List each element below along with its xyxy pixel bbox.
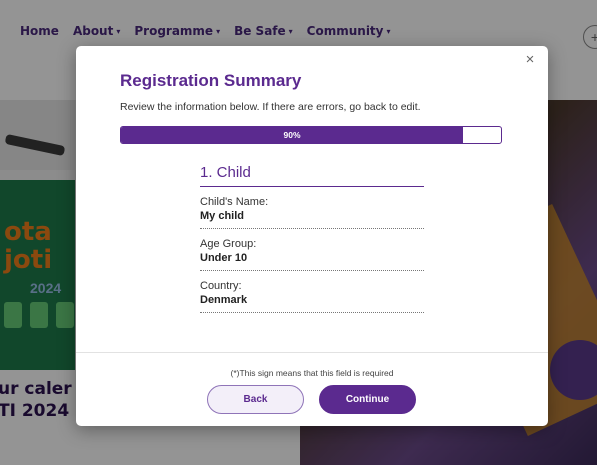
footer-divider — [76, 352, 548, 353]
field-value: Denmark — [200, 294, 248, 306]
registration-summary-dialog: × Registration Summary Review the inform… — [76, 46, 548, 426]
summary-field-country: Country: Denmark — [200, 271, 424, 313]
field-value: My child — [200, 210, 245, 222]
summary-section-child: 1. Child Child's Name: My child Age Grou… — [200, 164, 424, 313]
field-label: Child's Name: — [200, 196, 269, 208]
field-label: Country: — [200, 280, 242, 292]
summary-field-age-group: Age Group: Under 10 — [200, 229, 424, 271]
field-label: Age Group: — [200, 238, 257, 250]
back-button[interactable]: Back — [207, 385, 304, 414]
progress-bar: 90% — [120, 126, 502, 144]
continue-button[interactable]: Continue — [319, 385, 416, 414]
close-icon[interactable]: × — [522, 52, 538, 68]
section-title: 1. Child — [200, 164, 424, 187]
summary-field-childs-name: Child's Name: My child — [200, 187, 424, 229]
dialog-title: Registration Summary — [120, 71, 302, 90]
field-value: Under 10 — [200, 252, 248, 264]
progress-label: 90% — [283, 130, 301, 140]
dialog-subtitle: Review the information below. If there a… — [120, 101, 421, 113]
required-field-note: (*)This sign means that this field is re… — [230, 368, 394, 378]
